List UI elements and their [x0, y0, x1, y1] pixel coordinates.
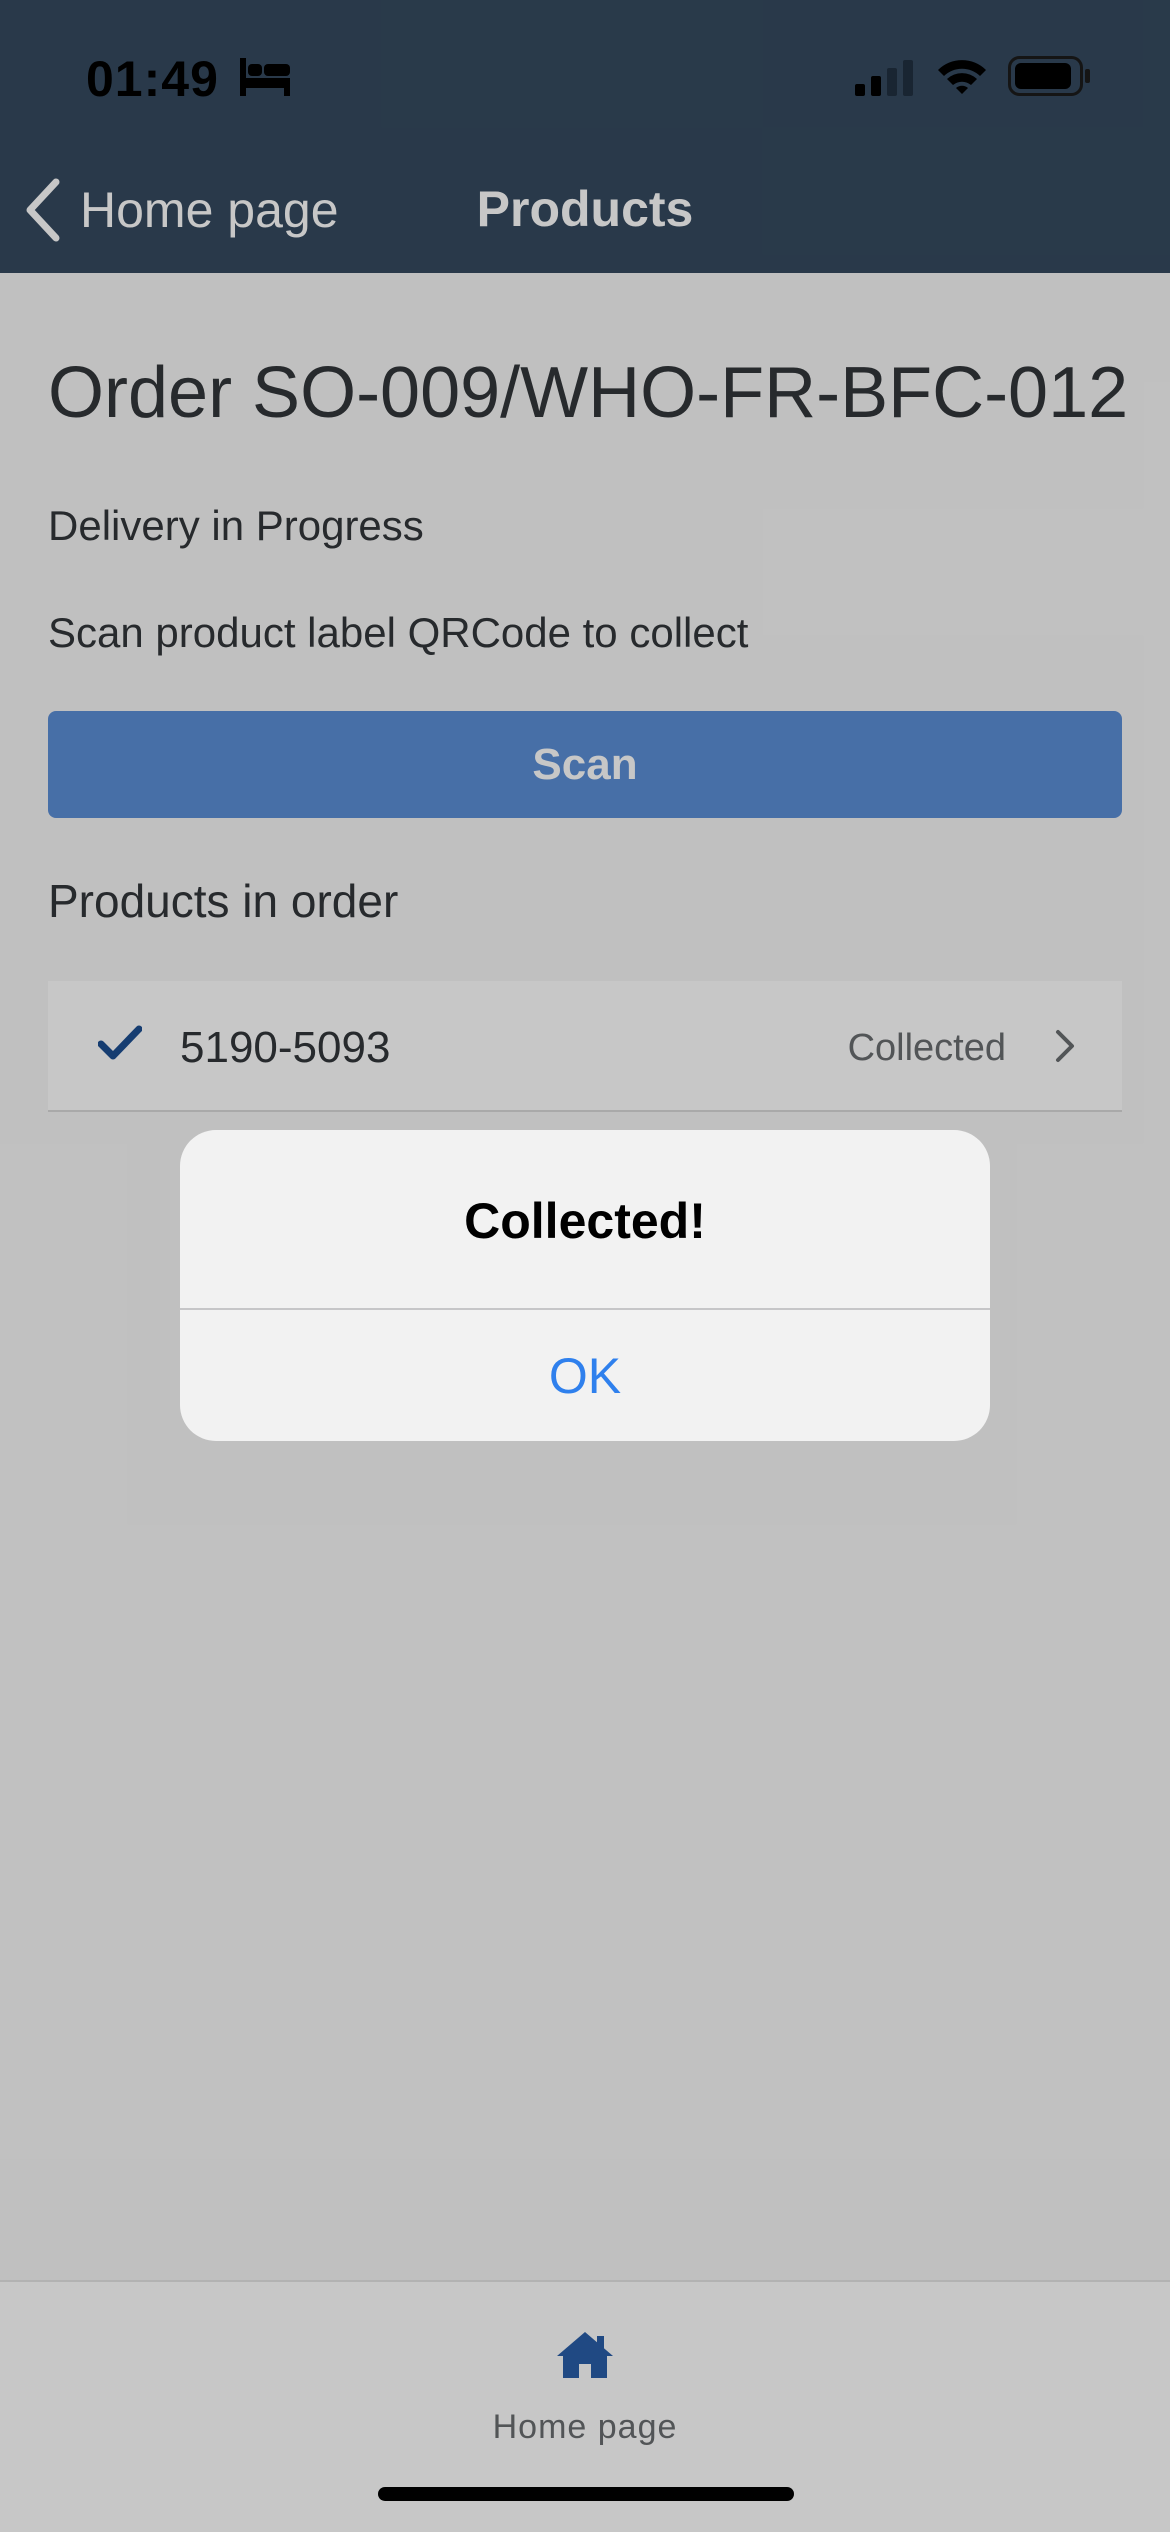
ok-button[interactable]: OK: [180, 1310, 990, 1441]
alert-title: Collected!: [464, 1193, 706, 1249]
home-indicator: [378, 2487, 794, 2501]
alert-dialog: Collected! OK: [180, 1130, 990, 1441]
